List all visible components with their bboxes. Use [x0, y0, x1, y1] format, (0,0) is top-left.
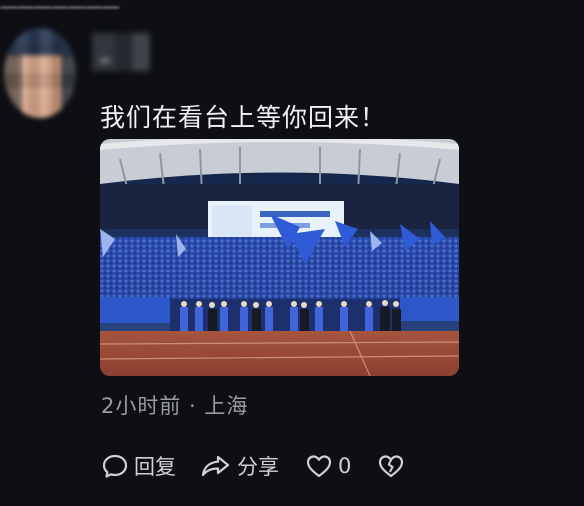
heart-icon [306, 455, 332, 478]
share-arrow-icon [201, 455, 230, 477]
avatar[interactable] [4, 28, 76, 118]
username-blurred[interactable] [92, 33, 150, 71]
speech-bubble-icon [102, 454, 128, 478]
reply-button[interactable]: 回复 [101, 451, 176, 481]
share-label: 分享 [237, 455, 279, 479]
comment-photo[interactable] [100, 139, 459, 376]
dislike-button[interactable] [377, 452, 405, 480]
comment-actions-bar: 回复 分享 0 [101, 449, 405, 483]
comment-time-location: 2小时前 · 上海 [101, 394, 249, 418]
reply-label: 回复 [134, 455, 176, 479]
like-button[interactable]: 0 [305, 452, 351, 480]
share-button[interactable]: 分享 [200, 451, 279, 481]
like-count: 0 [338, 454, 352, 478]
comment-text: 我们在看台上等你回来！ [100, 103, 387, 132]
broken-heart-icon [379, 455, 404, 478]
previous-comment-cut-off: ▁▁▁▁▁▁▁ [0, 0, 240, 8]
